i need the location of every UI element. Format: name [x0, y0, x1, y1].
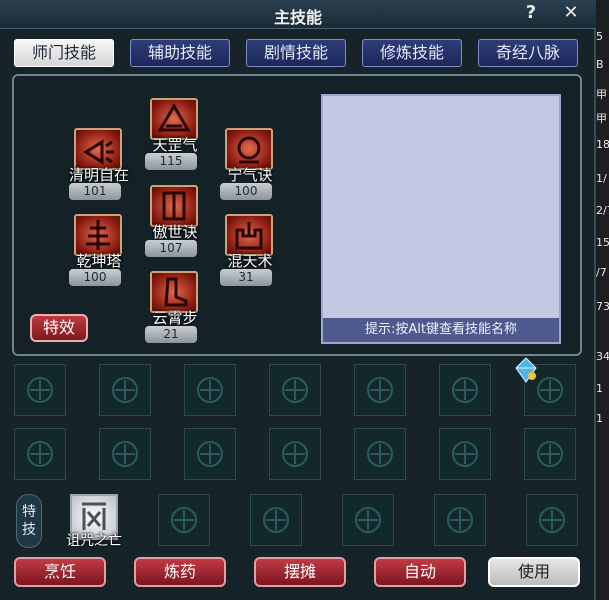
skill-slot[interactable]: [439, 364, 491, 416]
skill-level: 100: [220, 183, 272, 200]
skill-huntianshu[interactable]: 混天术 31: [220, 214, 280, 286]
skill-name: 傲世诀: [152, 223, 198, 241]
side-text: 15: [596, 236, 609, 249]
slot-emblem-icon: [171, 507, 197, 533]
special-slot[interactable]: [434, 494, 486, 546]
skill-name: 混天术: [227, 252, 273, 270]
slot-emblem-icon: [367, 377, 393, 403]
tab-meridians[interactable]: 奇经八脉: [478, 39, 578, 67]
background-side-strip: 5 B 甲 甲 18 1/ 2/7 15 /7 73 34 1 1: [596, 0, 609, 600]
skill-name: 宁气诀: [227, 166, 273, 184]
slot-emblem-icon: [367, 441, 393, 467]
slot-emblem-icon: [263, 507, 289, 533]
slot-emblem-icon: [537, 441, 563, 467]
special-slot[interactable]: [526, 494, 578, 546]
side-text: B: [596, 58, 604, 71]
side-text: 1: [596, 412, 603, 425]
side-text: 甲: [596, 112, 607, 125]
auto-button[interactable]: 自动: [374, 557, 466, 587]
skill-slot[interactable]: [269, 364, 321, 416]
special-skill-zuzhouzhiwang[interactable]: 诅咒之亡: [66, 494, 122, 549]
slot-emblem-icon: [447, 507, 473, 533]
skill-slot[interactable]: [524, 428, 576, 480]
special-skill-label: 特技: [16, 494, 42, 548]
tab-story-skills[interactable]: 剧情技能: [246, 39, 346, 67]
special-slot[interactable]: [158, 494, 210, 546]
side-text: 18: [596, 138, 609, 151]
slot-emblem-icon: [539, 507, 565, 533]
side-text: 5: [596, 30, 603, 43]
slot-emblem-icon: [112, 441, 138, 467]
special-slot[interactable]: [342, 494, 394, 546]
cooking-button[interactable]: 烹饪: [14, 557, 106, 587]
slot-emblem-icon: [537, 377, 563, 403]
side-text: 1/: [596, 172, 607, 185]
window-title: 主技能: [273, 8, 322, 27]
skill-level: 115: [145, 153, 197, 170]
slot-emblem-icon: [197, 377, 223, 403]
skill-slot[interactable]: [184, 428, 236, 480]
help-button[interactable]: ?: [520, 2, 542, 24]
skill-ningqijue[interactable]: 宁气诀 100: [220, 128, 280, 200]
slot-emblem-icon: [282, 377, 308, 403]
tab-cultivation-skills[interactable]: 修炼技能: [362, 39, 462, 67]
skill-slot[interactable]: [184, 364, 236, 416]
effect-button[interactable]: 特效: [30, 314, 88, 342]
stall-button[interactable]: 摆摊: [254, 557, 346, 587]
skill-slot[interactable]: [14, 364, 66, 416]
skill-name: 云霄步: [152, 309, 198, 327]
skill-slot[interactable]: [439, 428, 491, 480]
tab-assist-skills[interactable]: 辅助技能: [130, 39, 230, 67]
skill-level: 31: [220, 269, 272, 286]
alchemy-button[interactable]: 炼药: [134, 557, 226, 587]
main-skill-window: 主技能 ? ✕ 师门技能 辅助技能 剧情技能 修炼技能 奇经八脉 天罡气 115…: [0, 0, 596, 600]
skill-slot[interactable]: [14, 428, 66, 480]
slot-emblem-icon: [452, 377, 478, 403]
side-text: 1: [596, 382, 603, 395]
info-tip: 提示:按Alt键查看技能名称: [323, 318, 559, 342]
slot-emblem-icon: [27, 377, 53, 403]
skill-qiankunta[interactable]: 乾坤塔 100: [69, 214, 129, 286]
slot-emblem-icon: [112, 377, 138, 403]
skill-level: 100: [69, 269, 121, 286]
gem-cursor-icon: [512, 356, 540, 384]
close-button[interactable]: ✕: [560, 2, 582, 24]
skill-level: 21: [145, 326, 197, 343]
tab-school-skills[interactable]: 师门技能: [14, 39, 114, 67]
skill-name: 乾坤塔: [76, 252, 122, 270]
slot-emblem-icon: [452, 441, 478, 467]
skill-tiangangqi[interactable]: 天罡气 115: [145, 98, 205, 170]
side-text: 73: [596, 300, 609, 313]
special-slot[interactable]: [250, 494, 302, 546]
side-text: 2/7: [596, 204, 609, 217]
skill-level: 107: [145, 240, 197, 257]
skill-qingmingzizai[interactable]: 清明自在 101: [69, 128, 129, 200]
skill-info-box: 提示:按Alt键查看技能名称: [321, 94, 561, 344]
skill-slot[interactable]: [99, 364, 151, 416]
slot-emblem-icon: [282, 441, 308, 467]
side-text: 甲: [596, 88, 607, 101]
title-bar[interactable]: 主技能 ? ✕: [0, 0, 596, 29]
skill-panel: 天罡气 115 清明自在 101 宁气诀 100 傲世诀 107 乾坤塔 100…: [12, 74, 582, 356]
skill-slot[interactable]: [99, 428, 151, 480]
skill-level: 101: [69, 183, 121, 200]
skill-slot[interactable]: [354, 428, 406, 480]
skill-yunxiaobu[interactable]: 云霄步 21: [145, 271, 205, 343]
skill-aoshijue[interactable]: 傲世诀 107: [145, 185, 205, 257]
side-text: /7: [596, 266, 607, 279]
use-button[interactable]: 使用: [488, 557, 580, 587]
slot-emblem-icon: [27, 441, 53, 467]
skill-name: 清明自在: [68, 166, 129, 184]
skill-slot[interactable]: [269, 428, 321, 480]
slot-emblem-icon: [355, 507, 381, 533]
slot-emblem-icon: [197, 441, 223, 467]
special-skill-name: 诅咒之亡: [66, 533, 122, 549]
side-text: 34: [596, 350, 609, 363]
skill-slot[interactable]: [354, 364, 406, 416]
skill-name: 天罡气: [152, 136, 198, 154]
